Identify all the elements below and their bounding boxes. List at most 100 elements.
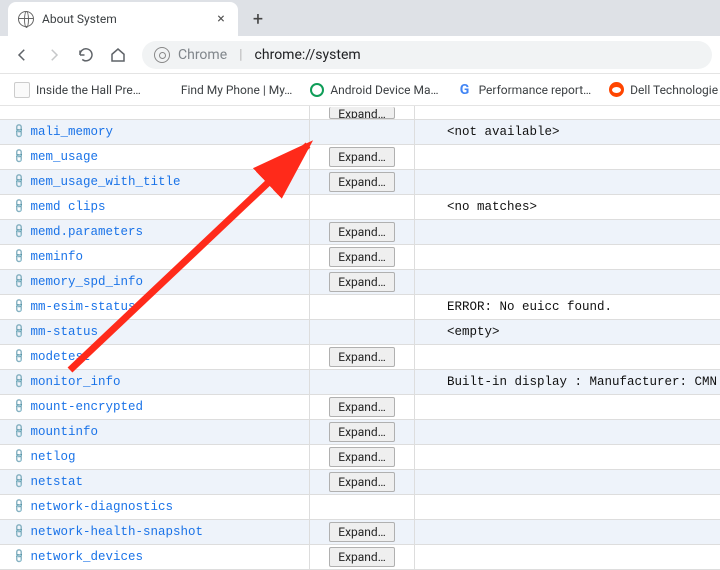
property-value: Built-in display : Manufacturer: CMN - P… xyxy=(415,375,720,389)
expand-button[interactable]: Expand… xyxy=(329,347,394,367)
url-path: chrome://system xyxy=(255,47,361,63)
property-link[interactable]: 🔗network-diagnostics xyxy=(0,495,310,519)
google-icon: G xyxy=(457,82,473,98)
expand-button[interactable]: Expand… xyxy=(329,472,394,492)
property-name: mountinfo xyxy=(30,425,98,439)
property-value: <no matches> xyxy=(415,200,720,214)
property-link[interactable]: 🔗network_devices xyxy=(0,545,310,569)
property-link[interactable]: 🔗mali_memory xyxy=(0,120,310,144)
browser-tab[interactable]: About System × xyxy=(8,2,238,36)
back-button[interactable] xyxy=(8,41,36,69)
property-link[interactable]: 🔗mem_usage_with_title xyxy=(0,170,310,194)
system-row: 🔗mount-encrypted Expand… xyxy=(0,395,720,420)
system-row: 🔗memd clips <no matches> xyxy=(0,195,720,220)
expand-button[interactable]: Expand… xyxy=(329,222,394,242)
expand-button[interactable]: Expand… xyxy=(329,107,394,119)
expand-cell: Expand… xyxy=(310,270,415,294)
expand-button[interactable]: Expand… xyxy=(329,247,394,267)
expand-cell: Expand… xyxy=(310,445,415,469)
property-link[interactable] xyxy=(0,106,310,119)
property-link[interactable]: 🔗monitor_info xyxy=(0,370,310,394)
property-name: netlog xyxy=(30,450,75,464)
property-link[interactable]: 🔗network-health-snapshot xyxy=(0,520,310,544)
bookmark-label: Android Device Ma… xyxy=(330,83,438,97)
expand-button[interactable]: Expand… xyxy=(329,272,394,292)
link-icon: 🔗 xyxy=(12,548,29,565)
property-link[interactable]: 🔗memory_spd_info xyxy=(0,270,310,294)
property-value: <empty> xyxy=(415,325,720,339)
system-row: 🔗network-diagnostics xyxy=(0,495,720,520)
arrow-right-icon xyxy=(45,46,63,64)
system-row: 🔗meminfo Expand… xyxy=(0,245,720,270)
property-name: mount-encrypted xyxy=(30,400,143,414)
property-link[interactable]: 🔗mem_usage xyxy=(0,145,310,169)
system-row: 🔗network_devices Expand… xyxy=(0,545,720,570)
bookmark-item[interactable]: Android Device Ma… xyxy=(304,79,444,101)
expand-cell: Expand… xyxy=(310,220,415,244)
system-row: 🔗mem_usage_with_title Expand… xyxy=(0,170,720,195)
link-icon: 🔗 xyxy=(12,473,29,490)
property-name: mali_memory xyxy=(30,125,113,139)
expand-button[interactable]: Expand… xyxy=(329,172,394,192)
property-name: memory_spd_info xyxy=(30,275,143,289)
expand-cell: Expand… xyxy=(310,145,415,169)
property-link[interactable]: 🔗mount-encrypted xyxy=(0,395,310,419)
globe-icon xyxy=(18,11,34,27)
property-link[interactable]: 🔗mountinfo xyxy=(0,420,310,444)
system-row: 🔗netstat Expand… xyxy=(0,470,720,495)
home-button[interactable] xyxy=(104,41,132,69)
tab-title: About System xyxy=(42,12,206,26)
new-tab-button[interactable]: + xyxy=(244,5,272,33)
expand-cell: Expand… xyxy=(310,395,415,419)
forward-button[interactable] xyxy=(40,41,68,69)
expand-button[interactable]: Expand… xyxy=(329,397,394,417)
bookmarks-bar: Inside the Hall Pre… Find My Phone | My…… xyxy=(0,74,720,106)
property-link[interactable]: 🔗netlog xyxy=(0,445,310,469)
link-icon: 🔗 xyxy=(12,248,29,265)
expand-cell: Expand… xyxy=(310,545,415,569)
system-row: 🔗mm-status <empty> xyxy=(0,320,720,345)
system-table: Expand…🔗mali_memory<not available>🔗mem_u… xyxy=(0,106,720,570)
expand-cell xyxy=(310,320,415,344)
property-link[interactable]: 🔗netstat xyxy=(0,470,310,494)
property-name: network-diagnostics xyxy=(30,500,173,514)
property-link[interactable]: 🔗memd.parameters xyxy=(0,220,310,244)
address-bar[interactable]: Chrome | chrome://system xyxy=(142,41,712,69)
link-icon: 🔗 xyxy=(12,373,29,390)
property-link[interactable]: 🔗mm-status xyxy=(0,320,310,344)
expand-button[interactable]: Expand… xyxy=(329,522,394,542)
system-row: 🔗netlog Expand… xyxy=(0,445,720,470)
bookmark-label: Inside the Hall Pre… xyxy=(36,83,141,97)
system-row: 🔗monitor_info Built-in display : Manufact… xyxy=(0,370,720,395)
expand-button[interactable]: Expand… xyxy=(329,447,394,467)
property-link[interactable]: 🔗mm-esim-status xyxy=(0,295,310,319)
close-icon[interactable]: × xyxy=(214,12,228,26)
bookmark-item[interactable]: G Performance report… xyxy=(451,78,598,102)
home-icon xyxy=(109,46,127,64)
link-icon: 🔗 xyxy=(12,298,29,315)
property-link[interactable]: 🔗modetest xyxy=(0,345,310,369)
property-name: network-health-snapshot xyxy=(30,525,203,539)
property-link[interactable]: 🔗meminfo xyxy=(0,245,310,269)
bookmark-item[interactable]: Inside the Hall Pre… xyxy=(8,78,147,102)
reload-button[interactable] xyxy=(72,41,100,69)
system-row: Expand… xyxy=(0,106,720,120)
expand-cell: Expand… xyxy=(310,106,415,119)
link-icon: 🔗 xyxy=(12,323,29,340)
property-link[interactable]: 🔗memd clips xyxy=(0,195,310,219)
link-icon: 🔗 xyxy=(12,123,29,140)
property-name: memd.parameters xyxy=(30,225,143,239)
expand-button[interactable]: Expand… xyxy=(329,422,394,442)
bookmark-label: Performance report… xyxy=(479,83,592,97)
arrow-left-icon xyxy=(13,46,31,64)
property-name: netstat xyxy=(30,475,83,489)
bookmark-item[interactable]: Dell Technologie xyxy=(603,78,720,101)
link-icon: 🔗 xyxy=(12,223,29,240)
expand-button[interactable]: Expand… xyxy=(329,547,394,567)
expand-button[interactable]: Expand… xyxy=(329,147,394,167)
bookmark-item[interactable]: Find My Phone | My… xyxy=(153,78,299,102)
toolbar: Chrome | chrome://system xyxy=(0,36,720,74)
url-prefix: Chrome xyxy=(178,47,227,63)
property-name: meminfo xyxy=(30,250,83,264)
system-row: 🔗modetest Expand… xyxy=(0,345,720,370)
